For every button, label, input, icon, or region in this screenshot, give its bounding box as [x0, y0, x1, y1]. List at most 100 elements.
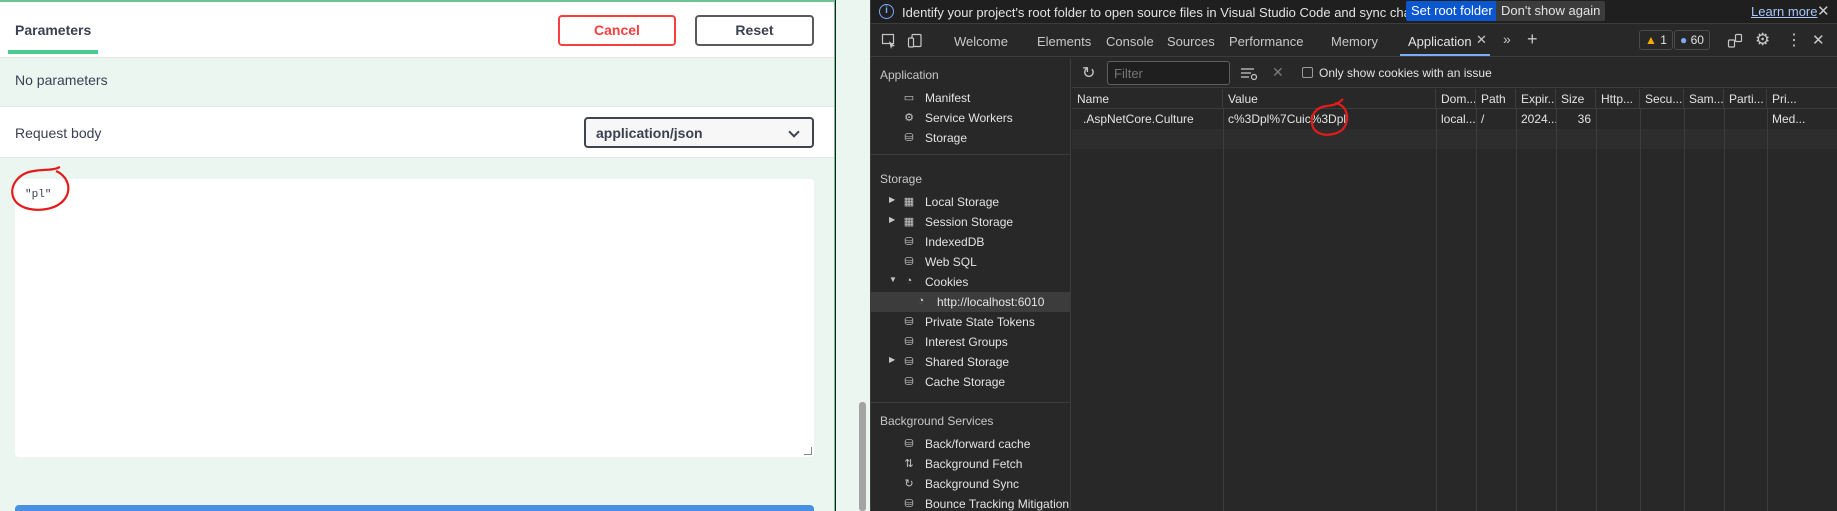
chevron-down-icon [788, 126, 800, 138]
sidebar-item-cache-storage[interactable]: ⛁ Cache Storage [871, 372, 1070, 392]
device-toolbar-icon[interactable] [907, 33, 923, 49]
learn-more-link[interactable]: Learn more [1751, 4, 1817, 19]
column-divider [1724, 109, 1725, 511]
sidebar-item-web-sql[interactable]: ⛁ Web SQL [871, 252, 1070, 272]
sidebar-item-background-fetch[interactable]: ⇅ Background Fetch [871, 454, 1070, 474]
database-icon: ⛁ [904, 132, 914, 144]
column-divider [1556, 109, 1557, 511]
no-parameters-text: No parameters [15, 72, 108, 88]
grid-icon: ▦ [903, 196, 915, 208]
gear-icon[interactable]: ⚙ [1755, 30, 1770, 50]
content-type-select[interactable]: application/json [584, 117, 814, 148]
set-root-folder-button[interactable]: Set root folder [1406, 1, 1498, 21]
column-header-size[interactable]: Size [1556, 89, 1596, 109]
sidebar-item-shared-storage[interactable]: ▶ ⛁ Shared Storage [871, 352, 1070, 372]
sidebar-item-session-storage[interactable]: ▶ ▦ Session Storage [871, 212, 1070, 232]
cell-path: / [1481, 112, 1485, 126]
tab-console[interactable]: Console [1106, 34, 1154, 49]
clear-filter-icon[interactable]: ✕ [1272, 64, 1284, 81]
cookies-pane: ↻ ✕ Only show cookies with an issue Name… [1072, 58, 1837, 511]
warnings-badge[interactable]: ▲ 1 [1639, 30, 1673, 50]
sidebar-item-back-forward-cache[interactable]: ⛁ Back/forward cache [871, 434, 1070, 454]
cookie-icon: ◔ [917, 295, 925, 307]
sidebar-item-interest-groups[interactable]: ⛁ Interest Groups [871, 332, 1070, 352]
swagger-panel: Parameters Cancel Reset No parameters Re… [0, 0, 835, 511]
database-icon: ⛁ [904, 376, 914, 388]
tab-elements[interactable]: Elements [1037, 34, 1091, 49]
sidebar-item-background-sync[interactable]: ↻ Background Sync [871, 474, 1070, 494]
column-header-expires[interactable]: Expir... [1516, 89, 1556, 109]
database-icon: ⛁ [904, 316, 914, 328]
page-scrollbar[interactable] [836, 0, 870, 511]
cell-domain: local... [1441, 112, 1476, 126]
column-header-value[interactable]: Value [1223, 89, 1436, 109]
column-divider [1516, 109, 1517, 511]
dont-show-again-button[interactable]: Don't show again [1496, 1, 1606, 21]
sidebar-item-indexeddb[interactable]: ⛁ IndexedDB [871, 232, 1070, 252]
expand-arrow-icon[interactable]: ▶ [889, 215, 895, 224]
tab-performance[interactable]: Performance [1229, 34, 1303, 49]
sidebar-item-manifest[interactable]: ▭ Manifest [871, 88, 1070, 108]
content-type-value: application/json [596, 125, 703, 141]
column-header-secure[interactable]: Secu... [1640, 89, 1684, 109]
tab-memory[interactable]: Memory [1331, 34, 1378, 49]
sidebar-item-storage[interactable]: ⛁ Storage [871, 128, 1070, 148]
column-header-samesite[interactable]: Sam... [1684, 89, 1724, 109]
execute-button[interactable] [15, 505, 814, 511]
column-divider [1223, 109, 1224, 511]
sidebar-item-local-storage[interactable]: ▶ ▦ Local Storage [871, 192, 1070, 212]
sidebar-item-private-state-tokens[interactable]: ⛁ Private State Tokens [871, 312, 1070, 332]
column-header-partition[interactable]: Parti... [1724, 89, 1767, 109]
close-tab-icon[interactable]: ✕ [1476, 32, 1487, 48]
column-header-path[interactable]: Path [1476, 89, 1516, 109]
messages-badge[interactable]: ● 60 [1674, 30, 1710, 50]
filter-options-icon[interactable] [1240, 67, 1258, 81]
only-issue-checkbox[interactable] [1302, 67, 1313, 78]
close-devtools-icon[interactable]: ✕ [1812, 31, 1825, 49]
tab-application[interactable]: Application [1408, 34, 1472, 49]
request-body-value: "pl" [25, 189, 52, 201]
tab-sources[interactable]: Sources [1167, 34, 1215, 49]
filter-input[interactable] [1107, 61, 1230, 85]
tab-parameters[interactable]: Parameters [15, 22, 91, 38]
more-tabs-icon[interactable]: » [1503, 31, 1511, 47]
database-icon: ⛁ [904, 236, 914, 248]
kebab-menu-icon[interactable]: ⋮ [1786, 30, 1802, 50]
cell-expires: 2024... [1521, 112, 1556, 126]
connect-device-icon[interactable] [1727, 33, 1743, 49]
cell-priority: Med... [1772, 112, 1806, 126]
add-tab-icon[interactable]: + [1527, 29, 1538, 50]
expand-arrow-icon[interactable]: ▶ [889, 355, 895, 364]
column-divider [1767, 109, 1768, 511]
database-icon: ⛁ [904, 438, 914, 450]
collapse-arrow-icon[interactable]: ▼ [889, 275, 897, 284]
column-header-name[interactable]: Name [1072, 89, 1223, 109]
document-icon: ▭ [903, 92, 915, 104]
request-body-textarea[interactable]: "pl" [15, 179, 814, 457]
column-divider [1596, 109, 1597, 511]
close-icon[interactable]: ✕ [1817, 2, 1830, 20]
warning-icon: ▲ [1645, 33, 1657, 47]
sidebar-item-cookie-origin[interactable]: ◔ http://localhost:6010 [871, 292, 1070, 312]
sidebar-item-cookies[interactable]: ▼ ◔ Cookies [871, 272, 1070, 292]
cancel-button[interactable]: Cancel [558, 15, 676, 46]
cell-value: c%3Dpl%7Cuic%3Dpl [1228, 112, 1347, 126]
reset-button[interactable]: Reset [695, 15, 814, 46]
cookie-icon: ◔ [905, 275, 913, 287]
inspect-element-icon[interactable] [881, 33, 897, 49]
expand-arrow-icon[interactable]: ▶ [889, 195, 895, 204]
column-header-domain[interactable]: Dom... [1436, 89, 1476, 109]
column-divider [1476, 109, 1477, 511]
table-row[interactable]: .AspNetCore.Culture c%3Dpl%7Cuic%3Dpl lo… [1072, 109, 1837, 129]
database-icon: ⛁ [904, 356, 914, 368]
resize-handle[interactable] [804, 447, 812, 455]
column-header-priority[interactable]: Pri... [1767, 89, 1837, 109]
section-background-services: Background Services [880, 414, 994, 428]
column-header-httponly[interactable]: Http... [1596, 89, 1640, 109]
scrollbar-thumb[interactable] [859, 402, 866, 511]
tab-welcome[interactable]: Welcome [954, 34, 1008, 49]
sidebar-item-service-workers[interactable]: ⚙ Service Workers [871, 108, 1070, 128]
sidebar-item-bounce-tracking[interactable]: ⛁ Bounce Tracking Mitigation [871, 494, 1070, 511]
up-down-arrows-icon: ⇅ [904, 458, 914, 470]
refresh-icon[interactable]: ↻ [1082, 63, 1095, 83]
